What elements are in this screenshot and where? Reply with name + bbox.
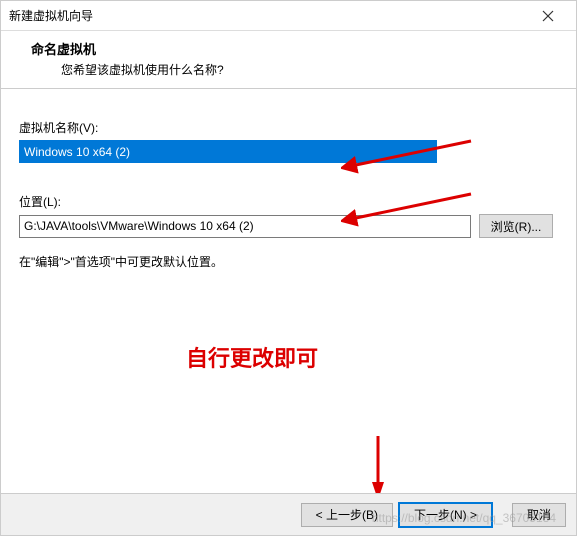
footer: < 上一步(B) 下一步(N) > 取消 xyxy=(1,493,576,535)
vm-name-label: 虚拟机名称(V): xyxy=(19,119,558,136)
close-button[interactable] xyxy=(528,2,568,30)
dialog-title: 新建虚拟机向导 xyxy=(9,7,528,24)
header-panel: 命名虚拟机 您希望该虚拟机使用什么名称? xyxy=(1,31,576,89)
vm-name-input[interactable] xyxy=(19,140,437,163)
wizard-dialog: 新建虚拟机向导 命名虚拟机 您希望该虚拟机使用什么名称? 虚拟机名称(V): 位… xyxy=(0,0,577,536)
browse-button[interactable]: 浏览(R)... xyxy=(479,214,553,238)
location-label: 位置(L): xyxy=(19,193,558,210)
annotation-text: 自行更改即可 xyxy=(186,341,318,373)
titlebar: 新建虚拟机向导 xyxy=(1,1,576,31)
body: 虚拟机名称(V): 位置(L): 浏览(R)... 在"编辑">"首选项"中可更… xyxy=(1,89,576,280)
next-button[interactable]: 下一步(N) > xyxy=(399,503,492,527)
location-input[interactable] xyxy=(19,215,471,238)
cancel-button[interactable]: 取消 xyxy=(512,503,566,527)
hint-text: 在"编辑">"首选项"中可更改默认位置。 xyxy=(19,253,558,270)
back-button[interactable]: < 上一步(B) xyxy=(301,503,393,527)
header-title: 命名虚拟机 xyxy=(21,39,556,58)
header-subtitle: 您希望该虚拟机使用什么名称? xyxy=(21,61,556,78)
arrow-annotation-3 xyxy=(363,431,393,501)
close-icon xyxy=(542,10,554,22)
